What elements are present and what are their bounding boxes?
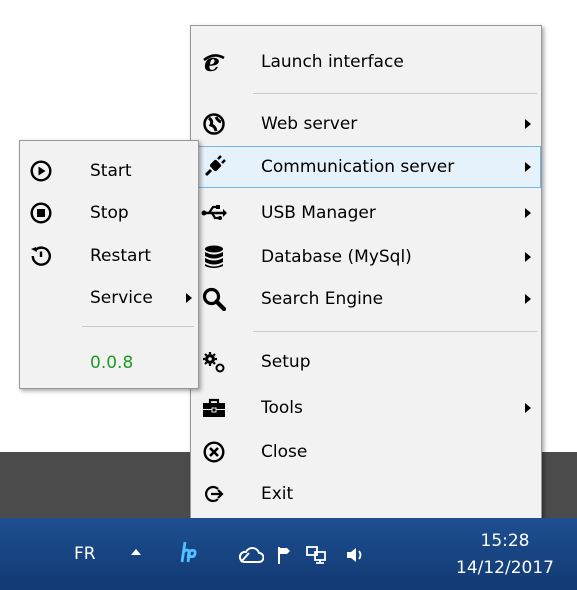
- menu-item-tools[interactable]: Tools: [191, 388, 541, 428]
- toolbox-icon: [201, 395, 227, 421]
- submenu-arrow-icon: [525, 119, 531, 129]
- menu-item-setup[interactable]: Setup: [191, 342, 541, 382]
- submenu-arrow-icon: [525, 252, 531, 262]
- submenu-item-service[interactable]: Service: [20, 278, 198, 318]
- network-icon[interactable]: [305, 545, 327, 565]
- play-circle-icon: [28, 158, 54, 184]
- clock[interactable]: 15:28 14/12/2017: [440, 528, 570, 582]
- submenu-arrow-icon: [525, 403, 531, 413]
- menu-separator: [82, 326, 194, 327]
- submenu-arrow-icon: [525, 294, 531, 304]
- language-indicator[interactable]: FR: [74, 544, 96, 564]
- menu-item-web-server[interactable]: Web server: [191, 104, 541, 144]
- exit-icon: [201, 481, 227, 507]
- menu-item-close[interactable]: Close: [191, 432, 541, 472]
- ie-icon: e: [201, 49, 227, 75]
- action-center-flag-icon[interactable]: [276, 545, 296, 565]
- submenu-arrow-icon: [525, 208, 531, 218]
- chevron-up-icon: [131, 549, 141, 555]
- restart-icon: [28, 243, 54, 269]
- taskbar: FR 15:28 14/12/2017: [0, 518, 577, 590]
- communication-server-submenu: Start Stop Restart Service 0.0.8: [19, 140, 199, 389]
- version-label: 0.0.8: [90, 353, 134, 373]
- close-circle-icon: [201, 439, 227, 465]
- clock-time: 15:28: [480, 531, 530, 551]
- menu-item-exit[interactable]: Exit: [191, 474, 541, 514]
- submenu-item-start[interactable]: Start: [20, 151, 198, 191]
- submenu-item-stop[interactable]: Stop: [20, 193, 198, 233]
- volume-icon[interactable]: [345, 546, 365, 564]
- menu-item-usb-manager[interactable]: USB Manager: [191, 192, 541, 234]
- main-context-menu: e Launch interface Web server Communicat…: [190, 25, 542, 521]
- submenu-item-restart[interactable]: Restart: [20, 236, 198, 276]
- stop-circle-icon: [28, 200, 54, 226]
- globe-icon: [201, 111, 227, 137]
- submenu-arrow-icon: [525, 162, 531, 172]
- menu-separator: [253, 93, 537, 94]
- clock-date: 14/12/2017: [456, 558, 554, 578]
- gears-icon: [201, 349, 227, 375]
- hp-icon[interactable]: [180, 540, 198, 564]
- search-icon: [201, 286, 227, 312]
- menu-item-launch-interface[interactable]: e Launch interface: [191, 41, 541, 83]
- usb-icon: [201, 200, 227, 226]
- cloud-icon[interactable]: [238, 546, 264, 564]
- menu-item-database[interactable]: Database (MySql): [191, 236, 541, 278]
- menu-item-search-engine[interactable]: Search Engine: [191, 278, 541, 320]
- menu-separator: [253, 331, 537, 332]
- submenu-arrow-icon: [186, 293, 192, 303]
- show-hidden-icons-button[interactable]: [130, 548, 142, 556]
- plug-icon: [201, 154, 227, 180]
- svg-text:e: e: [204, 50, 220, 74]
- database-icon: [201, 244, 227, 270]
- menu-item-communication-server[interactable]: Communication server: [191, 146, 541, 188]
